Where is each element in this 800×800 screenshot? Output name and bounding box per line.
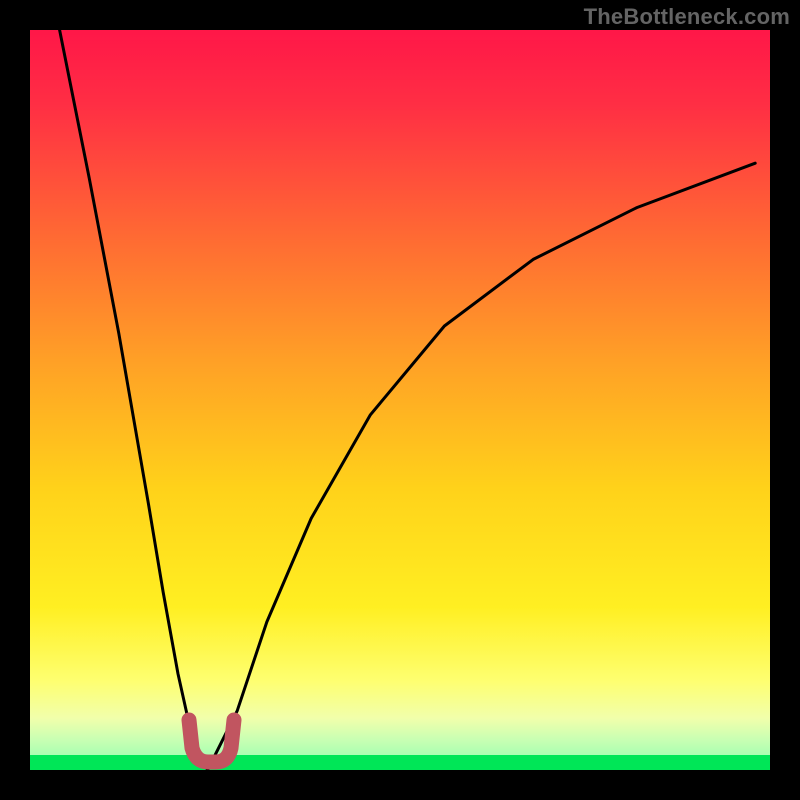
green-band <box>30 755 770 770</box>
watermark-text: TheBottleneck.com <box>584 4 790 30</box>
chart-svg <box>0 0 800 800</box>
plot-background <box>30 30 770 770</box>
chart-frame: TheBottleneck.com <box>0 0 800 800</box>
plot-area <box>30 30 770 770</box>
